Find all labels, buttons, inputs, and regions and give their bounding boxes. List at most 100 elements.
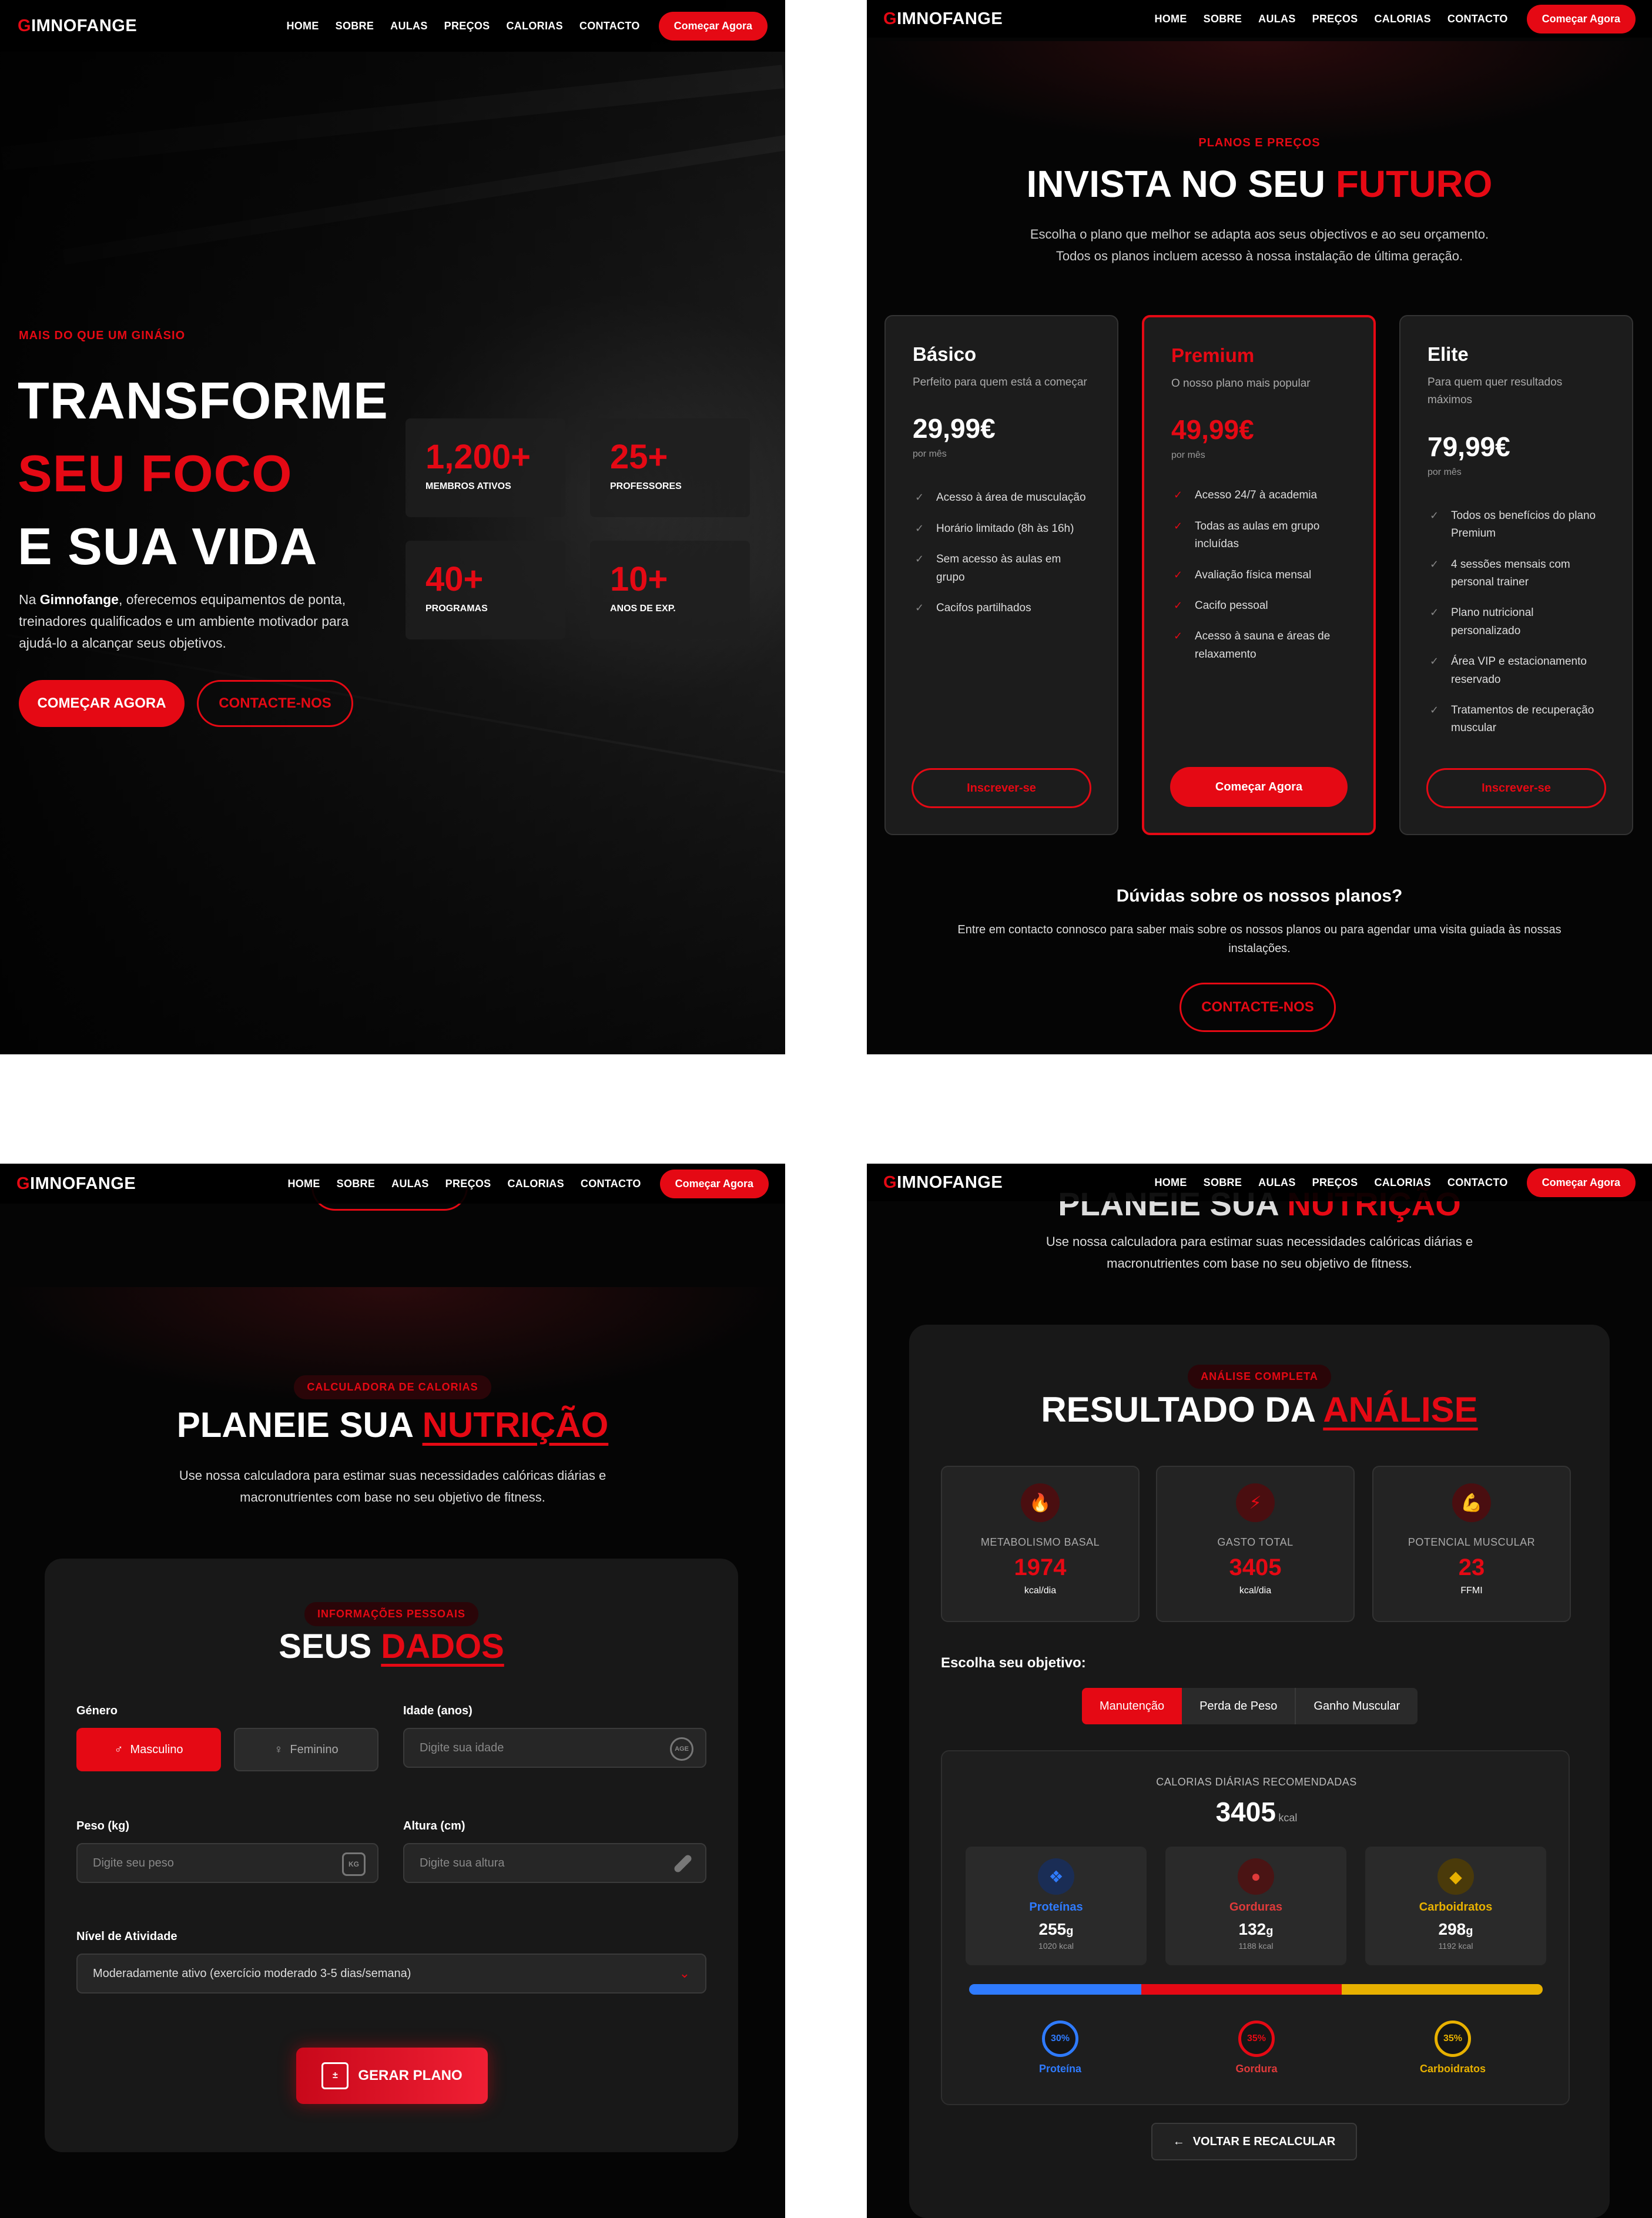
nav-cta-button[interactable]: Começar Agora [659,1169,769,1198]
nav-calorias[interactable]: CALORIAS [1374,1177,1430,1189]
nav-aulas[interactable]: AULAS [1258,13,1296,25]
goal-tabs: Manutenção Perda de Peso Ganho Muscular [1082,1688,1418,1724]
weight-icon: KG [342,1852,366,1876]
logo[interactable]: GIMNOFANGE [18,16,137,36]
subscribe-premium-button[interactable]: Começar Agora [1170,767,1348,807]
nav-precos[interactable]: PREÇOS [1312,1177,1358,1189]
fat-percent-ring: 35% [1238,2021,1275,2057]
nav-sobre[interactable]: SOBRE [1204,1177,1242,1189]
contact-us-button[interactable]: CONTACTE-NOS [197,680,353,727]
feature-item: Área VIP e estacionamento reservado [1428,653,1605,689]
faq-contact-button[interactable]: CONTACTE-NOS [1179,983,1336,1032]
nav-links: HOME SOBRE AULAS PREÇOS CALORIAS CONTACT… [1154,13,1507,25]
metric-title: METABOLISMO BASAL [980,1536,1100,1548]
macro-name: Carboidratos [1419,1901,1493,1914]
nav-links: HOME SOBRE AULAS PREÇOS CALORIAS CONTACT… [286,20,639,32]
nav-aulas[interactable]: AULAS [391,1178,429,1190]
gender-label: Género [76,1704,118,1717]
height-input[interactable]: Digite sua altura [403,1843,706,1883]
nav-calorias[interactable]: CALORIAS [1374,13,1430,25]
metric-unit: kcal/dia [1024,1586,1057,1596]
goal-tab-weight-loss[interactable]: Perda de Peso [1182,1688,1296,1724]
nav-cta-button[interactable]: Começar Agora [1526,1168,1636,1197]
hero-screen: GIMNOFANGE HOME SOBRE AULAS PREÇOS CALOR… [0,0,785,1054]
nav-contacto[interactable]: CONTACTO [579,20,640,32]
rec-label: CALORIAS DIÁRIAS RECOMENDADAS [1156,1776,1357,1788]
hero-title-line2: SEU FOCO [18,444,293,502]
nav-links: HOME SOBRE AULAS PREÇOS CALORIAS CONTACT… [287,1178,641,1190]
feature-item: 4 sessões mensais com personal trainer [1428,556,1605,592]
feature-item: Sem acesso às aulas em grupo [913,551,1090,587]
stat-value: 10+ [610,560,668,598]
form-chip-wrap: INFORMAÇÕES PESSOAIS [45,1602,738,1626]
stat-value: 25+ [610,438,668,476]
plan-features: Acesso 24/7 à academia Todas as aulas em… [1171,487,1346,664]
nav-precos[interactable]: PREÇOS [445,1178,491,1190]
height-label: Altura (cm) [403,1820,465,1832]
stat-card: 10+ ANOS DE EXP. [590,541,750,639]
plan-price: 79,99€ [1428,431,1510,462]
nav-calorias[interactable]: CALORIAS [506,20,562,32]
logo[interactable]: GIMNOFANGE [16,1174,136,1194]
gender-male-button[interactable]: ♂ Masculino [76,1728,221,1771]
navbar: GIMNOFANGE HOME SOBRE AULAS PREÇOS CALOR… [867,1164,1652,1201]
nav-cta-button[interactable]: Começar Agora [1526,4,1636,33]
chevron-down-icon: ⌄ [679,1966,690,1981]
nav-sobre[interactable]: SOBRE [336,20,374,32]
feature-item: Tratamentos de recuperação muscular [1428,702,1605,738]
activity-select[interactable]: Moderadamente ativo (exercício moderado … [76,1954,706,1993]
feature-item: Todas as aulas em grupo incluídas [1171,518,1346,554]
nav-contacto[interactable]: CONTACTO [1447,13,1508,25]
calculator-screen: GIMNOFANGE HOME SOBRE AULAS PREÇOS CALOR… [0,1164,785,2218]
nav-aulas[interactable]: AULAS [390,20,428,32]
plan-period: por mês [1171,450,1205,461]
nav-sobre[interactable]: SOBRE [337,1178,376,1190]
stat-card: 25+ PROFESSORES [590,418,750,517]
macro-split-segment [1342,1984,1543,1995]
stat-value: 40+ [425,560,484,598]
stat-value: 1,200+ [425,438,531,476]
nav-precos[interactable]: PREÇOS [444,20,490,32]
nav-aulas[interactable]: AULAS [1258,1177,1296,1189]
nav-calorias[interactable]: CALORIAS [507,1178,564,1190]
plan-period: por mês [1428,467,1462,477]
nav-cta-button[interactable]: Começar Agora [658,11,768,41]
recommendation-panel: CALORIAS DIÁRIAS RECOMENDADAS 3405 kcal … [941,1750,1570,2105]
rec-unit: kcal [1278,1812,1298,1824]
stat-label: MEMBROS ATIVOS [425,481,511,491]
back-recalculate-button[interactable]: ← VOLTAR E RECALCULAR [1151,2123,1357,2160]
hero-title-line3: E SUA VIDA [18,517,318,575]
macro-name: Proteínas [1029,1901,1083,1914]
logo[interactable]: GIMNOFANGE [883,1173,1003,1192]
plan-desc: O nosso plano mais popular [1171,377,1311,390]
macro-split-segment [969,1984,1141,1995]
plan-card-premium: Premium O nosso plano mais popular 49,99… [1142,315,1376,835]
nav-home[interactable]: HOME [287,1178,320,1190]
subscribe-basico-button[interactable]: Inscrever-se [912,768,1091,808]
nav-home[interactable]: HOME [1154,13,1187,25]
subscribe-elite-button[interactable]: Inscrever-se [1426,768,1606,808]
gender-female-button[interactable]: ♀ Feminino [234,1728,378,1771]
age-input[interactable]: Digite sua idade AGE [403,1728,706,1768]
nav-home[interactable]: HOME [1154,1177,1187,1189]
generate-plan-button[interactable]: ± GERAR PLANO [296,2048,488,2104]
plan-price: 29,99€ [913,413,996,444]
goal-tab-muscle-gain[interactable]: Ganho Muscular [1296,1688,1418,1724]
rec-value: 3405 [1215,1797,1276,1827]
nav-precos[interactable]: PREÇOS [1312,13,1358,25]
nav-contacto[interactable]: CONTACTO [581,1178,641,1190]
nav-contacto[interactable]: CONTACTO [1447,1177,1508,1189]
nav-home[interactable]: HOME [286,20,319,32]
calculator-icon: ± [321,2062,349,2089]
goal-label: Escolha seu objetivo: [941,1655,1086,1671]
age-icon: AGE [670,1737,693,1761]
goal-tab-maintenance[interactable]: Manutenção [1082,1688,1182,1724]
start-now-button[interactable]: COMEÇAR AGORA [19,680,185,727]
weight-input[interactable]: Digite seu peso KG [76,1843,378,1883]
result-chip: ANÁLISE COMPLETA [1188,1365,1331,1389]
plan-card-elite: Elite Para quem quer resultados máximos … [1399,315,1633,835]
logo[interactable]: GIMNOFANGE [883,9,1003,29]
feature-item: Plano nutricional personalizado [1428,604,1605,640]
metric-value: 1974 [1014,1554,1067,1580]
nav-sobre[interactable]: SOBRE [1204,13,1242,25]
